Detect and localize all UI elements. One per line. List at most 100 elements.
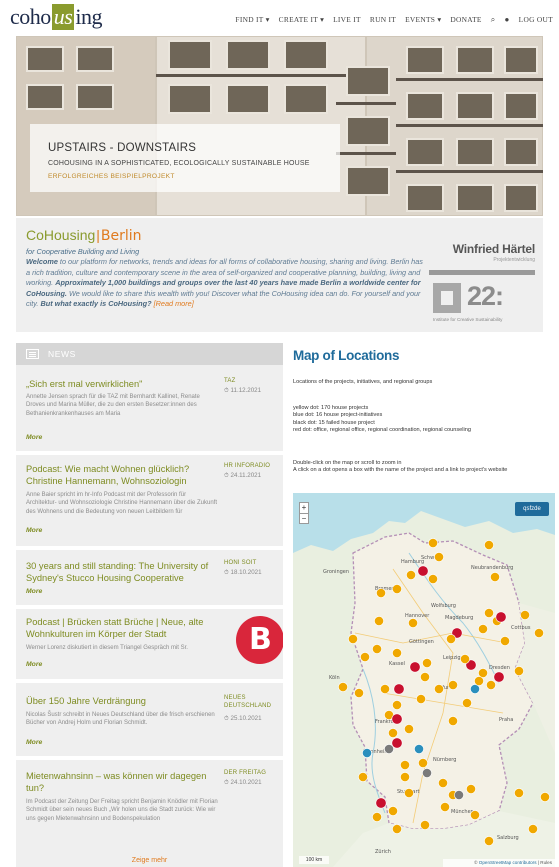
house-project-dot[interactable] xyxy=(540,792,550,802)
house-project-dot[interactable] xyxy=(354,688,364,698)
house-project-dot[interactable] xyxy=(514,666,524,676)
news-title[interactable]: Podcast | Brücken statt Brüche | Neue, a… xyxy=(26,616,216,640)
failed-project-dot[interactable] xyxy=(384,744,394,754)
house-project-dot[interactable] xyxy=(406,570,416,580)
site-logo[interactable]: coho us ing xyxy=(10,4,102,30)
office-dot[interactable] xyxy=(409,661,421,673)
office-dot[interactable] xyxy=(391,713,403,725)
failed-project-dot[interactable] xyxy=(454,790,464,800)
nav-live-it[interactable]: LIVE IT xyxy=(333,15,361,25)
office-dot[interactable] xyxy=(391,737,403,749)
house-project-dot[interactable] xyxy=(448,716,458,726)
office-dot[interactable] xyxy=(495,611,507,623)
house-project-dot[interactable] xyxy=(434,552,444,562)
house-project-dot[interactable] xyxy=(490,572,500,582)
house-project-dot[interactable] xyxy=(470,810,480,820)
nav-run-it[interactable]: RUN IT xyxy=(370,15,396,25)
house-project-dot[interactable] xyxy=(380,684,390,694)
house-project-dot[interactable] xyxy=(462,698,472,708)
house-project-dot[interactable] xyxy=(428,574,438,584)
initiative-dot[interactable] xyxy=(414,744,424,754)
house-project-dot[interactable] xyxy=(372,812,382,822)
news-item[interactable]: Mietenwahnsinn – was können wir dagegen … xyxy=(26,770,276,860)
sponsor-winfried-haertel-logo[interactable]: Winfried Härtel Projektentwicklung xyxy=(429,238,535,278)
house-project-dot[interactable] xyxy=(338,682,348,692)
zoom-in-button[interactable]: + xyxy=(300,503,308,513)
office-dot[interactable] xyxy=(417,565,429,577)
office-dot[interactable] xyxy=(375,797,387,809)
house-project-dot[interactable] xyxy=(448,680,458,690)
map-overlay[interactable]: HamburgBremenHannoverGroningenMagdeburgW… xyxy=(293,493,555,867)
house-project-dot[interactable] xyxy=(358,772,368,782)
house-project-dot[interactable] xyxy=(484,836,494,846)
house-project-dot[interactable] xyxy=(388,806,398,816)
house-project-dot[interactable] xyxy=(416,694,426,704)
show-more-link[interactable]: Zeige mehr xyxy=(16,857,283,864)
failed-project-dot[interactable] xyxy=(422,768,432,778)
house-project-dot[interactable] xyxy=(392,824,402,834)
search-icon[interactable]: ⌕ xyxy=(491,15,496,25)
house-project-dot[interactable] xyxy=(360,652,370,662)
osm-contributors-link[interactable]: OpenStreetMap contributors xyxy=(479,860,537,865)
house-project-dot[interactable] xyxy=(372,644,382,654)
house-project-dot[interactable] xyxy=(348,634,358,644)
house-project-dot[interactable] xyxy=(474,676,484,686)
house-project-dot[interactable] xyxy=(520,610,530,620)
house-project-dot[interactable] xyxy=(514,788,524,798)
news-more-link[interactable]: More xyxy=(26,434,42,441)
house-project-dot[interactable] xyxy=(500,636,510,646)
house-project-dot[interactable] xyxy=(400,760,410,770)
office-dot[interactable] xyxy=(493,671,505,683)
news-more-link[interactable]: More xyxy=(26,588,42,595)
house-project-dot[interactable] xyxy=(422,658,432,668)
logout-link[interactable]: LOG OUT xyxy=(519,15,553,25)
hero-tag[interactable]: ERFOLGREICHES BEISPIELPROJEKT xyxy=(48,173,340,180)
initiative-dot[interactable] xyxy=(362,748,372,758)
house-project-dot[interactable] xyxy=(408,618,418,628)
house-project-dot[interactable] xyxy=(418,758,428,768)
house-project-dot[interactable] xyxy=(466,784,476,794)
news-title[interactable]: 30 years and still standing: The Univers… xyxy=(26,560,216,584)
house-project-dot[interactable] xyxy=(534,628,544,638)
house-project-dot[interactable] xyxy=(404,724,414,734)
house-project-dot[interactable] xyxy=(420,820,430,830)
news-title[interactable]: Mietenwahnsinn – was können wir dagegen … xyxy=(26,770,216,794)
house-project-dot[interactable] xyxy=(528,824,538,834)
user-icon[interactable]: ● xyxy=(505,15,510,25)
zoom-out-button[interactable]: − xyxy=(300,513,308,523)
news-title[interactable]: Über 150 Jahre Verdrängung xyxy=(26,695,216,707)
house-project-dot[interactable] xyxy=(438,778,448,788)
house-project-dot[interactable] xyxy=(446,634,456,644)
house-project-dot[interactable] xyxy=(392,700,402,710)
news-more-link[interactable]: More xyxy=(26,739,42,746)
house-project-dot[interactable] xyxy=(420,672,430,682)
house-project-dot[interactable] xyxy=(400,772,410,782)
nav-create-it[interactable]: CREATE IT ▾ xyxy=(279,15,324,25)
house-project-dot[interactable] xyxy=(440,802,450,812)
house-project-dot[interactable] xyxy=(478,624,488,634)
house-project-dot[interactable] xyxy=(460,654,470,664)
nav-find-it[interactable]: FIND IT ▾ xyxy=(235,15,269,25)
news-item[interactable]: 30 years and still standing: The Univers… xyxy=(26,560,276,605)
house-project-dot[interactable] xyxy=(392,584,402,594)
office-dot[interactable] xyxy=(393,683,405,695)
news-more-link[interactable]: More xyxy=(26,527,42,534)
house-project-dot[interactable] xyxy=(484,608,494,618)
news-item[interactable]: Podcast | Brücken statt Brüche | Neue, a… xyxy=(26,616,283,680)
news-title[interactable]: „Sich erst mal verwirklichen" xyxy=(26,378,216,390)
house-project-dot[interactable] xyxy=(404,788,414,798)
nav-events[interactable]: EVENTS ▾ xyxy=(405,15,441,25)
news-more-link[interactable]: More xyxy=(26,661,42,668)
map-zoom-control[interactable]: + − xyxy=(299,502,309,524)
news-item[interactable]: Über 150 Jahre Verdrängung NEUES DEUTSCH… xyxy=(26,695,276,755)
locations-map[interactable]: Hamburg Bremen Hannover Groningen Magdeburg W… xyxy=(293,493,555,867)
map-action-button[interactable]: qsfzde xyxy=(515,502,549,516)
house-project-dot[interactable] xyxy=(484,540,494,550)
news-item[interactable]: Podcast: Wie macht Wohnen glücklich? Chr… xyxy=(26,463,276,543)
house-project-dot[interactable] xyxy=(486,680,496,690)
house-project-dot[interactable] xyxy=(388,728,398,738)
sponsor-t22-logo[interactable]: 22: Institute for Creative Sustainabilit… xyxy=(429,281,535,327)
news-item[interactable]: „Sich erst mal verwirklichen" TAZ ⏱ 11.1… xyxy=(26,378,276,448)
news-title[interactable]: Podcast: Wie macht Wohnen glücklich? Chr… xyxy=(26,463,216,487)
house-project-dot[interactable] xyxy=(374,616,384,626)
